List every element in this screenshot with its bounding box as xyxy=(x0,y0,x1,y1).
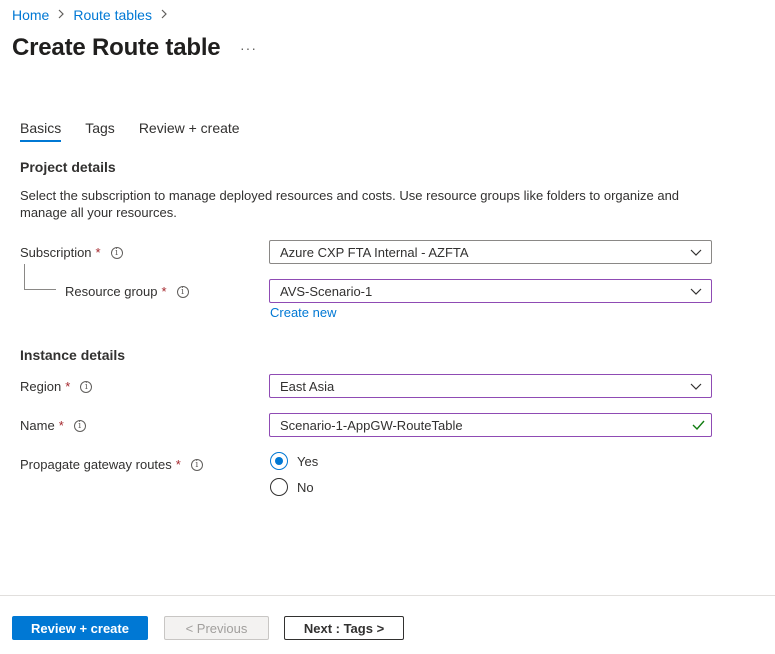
region-value: East Asia xyxy=(280,378,335,394)
propagate-label-text: Propagate gateway routes xyxy=(20,457,172,472)
tab-bar: Basics Tags Review + create xyxy=(20,120,264,142)
subscription-label-text: Subscription xyxy=(20,245,92,260)
checkmark-icon xyxy=(692,420,705,431)
info-icon[interactable]: i xyxy=(190,458,203,471)
required-marker: * xyxy=(65,379,71,394)
tree-connector xyxy=(24,289,56,290)
required-marker: * xyxy=(95,245,101,260)
chevron-right-icon xyxy=(160,8,168,22)
chevron-down-icon xyxy=(690,249,702,256)
create-new-resource-group-link[interactable]: Create new xyxy=(270,305,336,320)
resource-group-value: AVS-Scenario-1 xyxy=(280,283,373,299)
footer-divider xyxy=(0,595,775,596)
name-label: Name * i xyxy=(20,418,86,433)
breadcrumb-home-link[interactable]: Home xyxy=(12,7,49,23)
more-options-button[interactable]: ··· xyxy=(240,40,257,56)
propagate-gateway-routes-label: Propagate gateway routes * i xyxy=(20,457,203,472)
radio-button-unchecked[interactable] xyxy=(270,478,288,496)
region-label: Region * i xyxy=(20,379,93,394)
instance-details-heading: Instance details xyxy=(20,347,126,363)
required-marker: * xyxy=(58,418,64,433)
resource-group-dropdown[interactable]: AVS-Scenario-1 xyxy=(269,279,712,303)
chevron-down-icon xyxy=(690,383,702,390)
page-title: Create Route table xyxy=(12,34,221,61)
review-create-button[interactable]: Review + create xyxy=(12,616,148,640)
region-dropdown[interactable]: East Asia xyxy=(269,374,712,398)
required-marker: * xyxy=(161,284,167,299)
radio-label-yes: Yes xyxy=(297,453,319,469)
info-icon[interactable]: i xyxy=(80,380,93,393)
previous-button[interactable]: < Previous xyxy=(164,616,269,640)
radio-button-checked[interactable] xyxy=(270,452,288,470)
propagate-no-radio[interactable]: No xyxy=(270,478,314,496)
tab-tags[interactable]: Tags xyxy=(85,120,115,142)
tab-review-create[interactable]: Review + create xyxy=(139,120,240,142)
subscription-value: Azure CXP FTA Internal - AZFTA xyxy=(280,244,469,260)
resource-group-label: Resource group * i xyxy=(65,284,189,299)
region-label-text: Region xyxy=(20,379,62,394)
name-input[interactable]: Scenario-1-AppGW-RouteTable xyxy=(269,413,712,437)
info-icon[interactable]: i xyxy=(110,246,123,259)
chevron-right-icon xyxy=(57,8,65,22)
info-icon[interactable]: i xyxy=(176,285,189,298)
tree-connector xyxy=(24,264,25,290)
info-icon[interactable]: i xyxy=(73,419,86,432)
project-details-description: Select the subscription to manage deploy… xyxy=(20,188,680,220)
name-value: Scenario-1-AppGW-RouteTable xyxy=(280,417,463,433)
name-label-text: Name xyxy=(20,418,55,433)
resource-group-label-text: Resource group xyxy=(65,284,158,299)
breadcrumb-route-tables-link[interactable]: Route tables xyxy=(73,7,152,23)
next-tags-button[interactable]: Next : Tags > xyxy=(284,616,404,640)
breadcrumb: Home Route tables xyxy=(12,7,176,23)
tab-basics[interactable]: Basics xyxy=(20,120,62,142)
chevron-down-icon xyxy=(690,288,702,295)
subscription-label: Subscription * i xyxy=(20,245,123,260)
required-marker: * xyxy=(175,457,181,472)
project-details-heading: Project details xyxy=(20,159,116,175)
subscription-dropdown[interactable]: Azure CXP FTA Internal - AZFTA xyxy=(269,240,712,264)
propagate-yes-radio[interactable]: Yes xyxy=(270,452,318,470)
radio-label-no: No xyxy=(297,479,314,495)
